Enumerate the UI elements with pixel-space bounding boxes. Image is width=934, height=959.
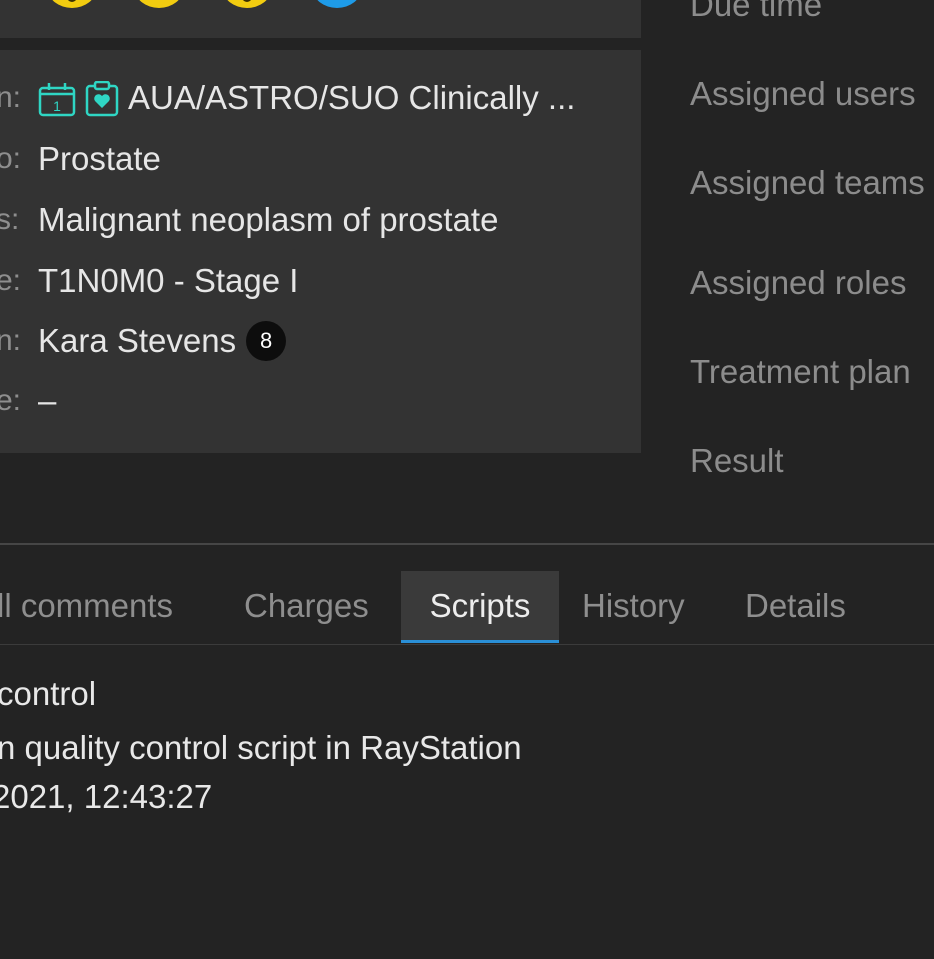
count-badge: 8: [246, 321, 287, 361]
section-divider: [0, 543, 934, 545]
status-circle-icon[interactable]: [313, 0, 361, 8]
tab-scripts[interactable]: Scripts: [401, 571, 559, 643]
treatment-plan-label: Treatment plan: [690, 353, 911, 390]
stage-value: T1N0M0 - Stage I: [38, 262, 299, 299]
info-row-extra: e: –: [0, 381, 641, 421]
assigned-users-label: Assigned users: [690, 75, 916, 112]
info-row-site: o: Prostate: [0, 139, 641, 179]
due-time-label: Due time: [690, 0, 823, 23]
physician-value[interactable]: Kara Stevens: [38, 322, 236, 359]
info-row-label: n:: [0, 324, 22, 357]
info-row-stage: e: T1N0M0 - Stage I: [0, 261, 641, 301]
status-circle-icon[interactable]: [135, 0, 183, 8]
info-row-label: o:: [0, 142, 22, 175]
clipboard-heart-icon: [84, 80, 120, 126]
tab-bar: ll comments Charges Scripts History Deta…: [0, 571, 934, 644]
tab-all-comments[interactable]: ll comments: [0, 571, 173, 643]
diagnosis-value: Malignant neoplasm of prostate: [38, 201, 499, 238]
site-value: Prostate: [38, 140, 161, 177]
protocol-name[interactable]: AUA/ASTRO/SUO Clinically ...: [128, 79, 575, 116]
script-title: control: [0, 675, 97, 712]
info-row-label: n:: [0, 81, 22, 114]
info-row-label: s:: [0, 203, 20, 236]
info-row-label: e:: [0, 384, 22, 417]
assigned-teams-label: Assigned teams: [690, 164, 925, 201]
assigned-roles-label: Assigned roles: [690, 264, 907, 301]
status-circle-icon[interactable]: [223, 0, 271, 8]
svg-text:1: 1: [53, 98, 61, 114]
tab-charges[interactable]: Charges: [244, 571, 369, 643]
task-detail-view: n: 1 AUA/ASTRO/SUO Clinically ... o: Pro…: [0, 0, 934, 959]
info-row-diagnosis: s: Malignant neoplasm of prostate: [0, 200, 641, 240]
info-row-physician: n: Kara Stevens 8: [0, 321, 641, 361]
script-description: n quality control script in RayStation: [0, 729, 522, 766]
tab-bar-border: [0, 644, 934, 645]
result-label: Result: [690, 442, 784, 479]
task-info-panel: n: 1 AUA/ASTRO/SUO Clinically ... o: Pro…: [0, 50, 641, 453]
tab-details[interactable]: Details: [745, 571, 846, 643]
info-row-label: e:: [0, 264, 22, 297]
calendar-1-icon: 1: [38, 81, 76, 126]
tab-history[interactable]: History: [582, 571, 685, 643]
extra-value: –: [38, 382, 57, 419]
status-strip: [0, 0, 641, 38]
info-row-protocol: n: 1 AUA/ASTRO/SUO Clinically ...: [0, 78, 641, 118]
status-circle-icon[interactable]: [48, 0, 96, 8]
script-timestamp: 2021, 12:43:27: [0, 778, 213, 815]
